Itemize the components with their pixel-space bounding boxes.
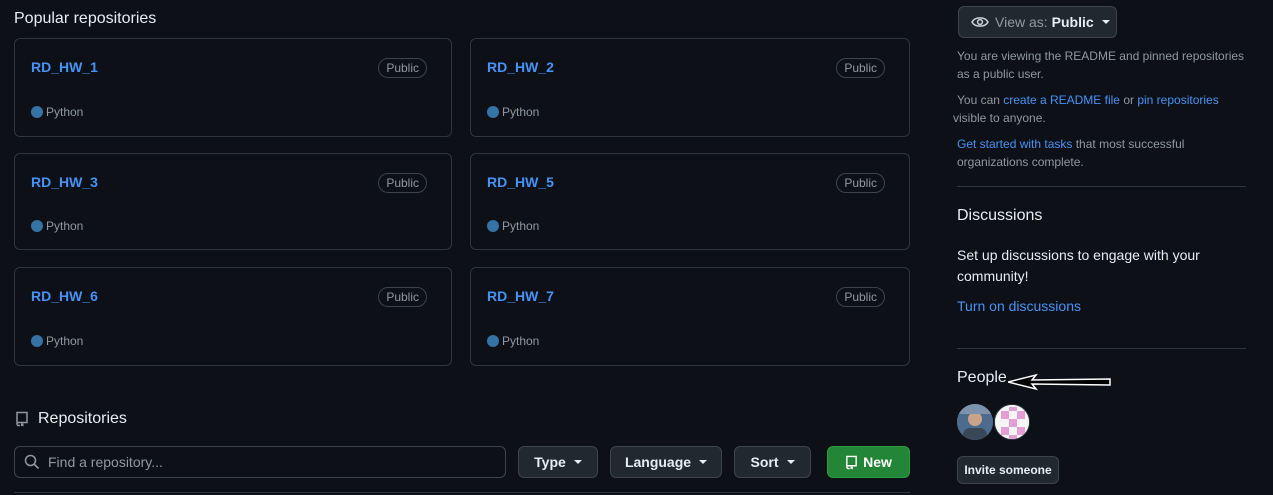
- caret-down-icon: [786, 460, 795, 464]
- or-text: or: [1119, 93, 1138, 107]
- popular-repositories-title: Popular repositories: [14, 10, 157, 27]
- type-filter-button[interactable]: Type: [518, 446, 598, 478]
- repo-link[interactable]: RD_HW_3: [31, 174, 98, 190]
- people-title: People: [957, 369, 1007, 386]
- language-color-dot: [487, 220, 499, 232]
- find-repository-input[interactable]: [14, 446, 506, 478]
- repo-card: RD_HW_5 Public Python: [470, 153, 910, 250]
- language-color-dot: [31, 335, 43, 347]
- visibility-badge: Public: [378, 287, 427, 307]
- eye-icon: [971, 15, 989, 29]
- repo-card: RD_HW_2 Public Python: [470, 38, 910, 137]
- annotation-arrow-icon: [1007, 373, 1112, 396]
- repositories-title: Repositories: [38, 410, 127, 427]
- language-color-dot: [31, 220, 43, 232]
- repo-card: RD_HW_3 Public Python: [14, 153, 452, 250]
- visibility-badge: Public: [378, 173, 427, 193]
- sidebar-divider: [957, 348, 1246, 349]
- language-filter-label: Language: [624, 454, 692, 470]
- create-readme-link[interactable]: create a README file: [1003, 93, 1120, 107]
- view-as-button[interactable]: View as: Public: [958, 6, 1117, 38]
- caret-down-icon: [573, 460, 582, 464]
- language-label: Python: [46, 105, 84, 119]
- repo-link[interactable]: RD_HW_7: [487, 288, 554, 304]
- repo-card: RD_HW_7 Public Python: [470, 267, 910, 366]
- language: Python: [487, 334, 539, 348]
- language: Python: [487, 219, 539, 233]
- new-label: New: [863, 454, 892, 470]
- language-color-dot: [487, 335, 499, 347]
- view-as-value: Public: [1051, 14, 1094, 30]
- sort-filter-button[interactable]: Sort: [734, 446, 811, 478]
- repo-link[interactable]: RD_HW_2: [487, 59, 554, 75]
- sort-label: Sort: [750, 454, 779, 470]
- avatar[interactable]: [994, 404, 1030, 440]
- language: Python: [31, 105, 83, 119]
- search-icon: [24, 454, 40, 470]
- pin-repositories-link[interactable]: pin repositories: [1137, 93, 1218, 107]
- avatar[interactable]: [957, 404, 993, 440]
- can-info-text: You can create a README file or pin repo…: [953, 91, 1247, 127]
- language-label: Python: [46, 334, 84, 348]
- discussions-text: Set up discussions to engage with your c…: [957, 247, 1200, 284]
- language-color-dot: [31, 106, 43, 118]
- language-label: Python: [502, 105, 540, 119]
- readme-info-text: You are viewing the README and pinned re…: [957, 49, 1245, 81]
- language: Python: [31, 334, 83, 348]
- repo-link[interactable]: RD_HW_1: [31, 59, 98, 75]
- type-label: Type: [534, 454, 566, 470]
- discussions-title: Discussions: [957, 207, 1043, 224]
- list-divider: [14, 492, 910, 493]
- language-label: Python: [502, 334, 540, 348]
- new-repository-button[interactable]: New: [827, 446, 910, 478]
- search-input[interactable]: [46, 453, 490, 471]
- language: Python: [487, 105, 539, 119]
- visibility-badge: Public: [836, 287, 885, 307]
- get-started-text: Get started with tasks that most success…: [957, 135, 1207, 171]
- get-started-link[interactable]: Get started with tasks: [957, 137, 1072, 151]
- visibility-badge: Public: [378, 58, 427, 78]
- visible-text: visible to anyone.: [953, 111, 1046, 125]
- repo-icon: [845, 455, 858, 470]
- can-prefix: You can: [957, 93, 1004, 107]
- visibility-badge: Public: [836, 58, 885, 78]
- repo-book-icon: [15, 411, 29, 432]
- language-label: Python: [502, 219, 540, 233]
- repo-card: RD_HW_6 Public Python: [14, 267, 452, 366]
- caret-down-icon: [699, 460, 708, 464]
- repo-card: RD_HW_1 Public Python: [14, 38, 452, 137]
- language: Python: [31, 219, 83, 233]
- visibility-badge: Public: [836, 173, 885, 193]
- turn-on-discussions-link[interactable]: Turn on discussions: [957, 298, 1081, 314]
- language-color-dot: [487, 106, 499, 118]
- caret-down-icon: [1101, 20, 1110, 24]
- repo-link[interactable]: RD_HW_5: [487, 174, 554, 190]
- view-as-prefix: View as:: [995, 14, 1048, 30]
- sidebar-divider: [957, 186, 1246, 187]
- invite-someone-button[interactable]: Invite someone: [957, 456, 1059, 484]
- repo-link[interactable]: RD_HW_6: [31, 288, 98, 304]
- language-filter-button[interactable]: Language: [610, 446, 722, 478]
- language-label: Python: [46, 219, 84, 233]
